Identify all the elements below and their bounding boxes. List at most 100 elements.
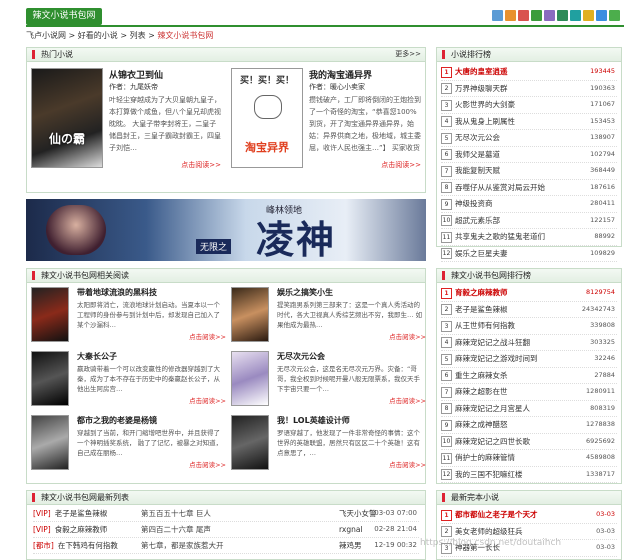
update-chapter[interactable]: 第五百五十七章 巨人 bbox=[141, 506, 211, 521]
rank-book-link[interactable]: 我师父是墓道 bbox=[455, 150, 500, 159]
book-cover[interactable] bbox=[31, 351, 69, 406]
rank-book-link[interactable]: 麻辣宠妃记之战斗狂翻 bbox=[455, 338, 530, 347]
rank-book-link[interactable]: 神级投资商 bbox=[455, 199, 493, 208]
book-title[interactable]: 都市之我的老婆是杨镜 bbox=[77, 415, 157, 426]
crumb-list[interactable]: 列表 bbox=[130, 31, 146, 40]
related-item[interactable]: 带着地球流浪的黑科技 太阳即将消亡，流浪地球计划启动。当夏本以一个工程师的身份参与… bbox=[31, 287, 226, 349]
more-link[interactable]: 更多>> bbox=[395, 48, 421, 61]
rank-item[interactable]: 1 都市都仙之老子是个天才 03-03 bbox=[441, 507, 617, 524]
user-icon[interactable] bbox=[544, 10, 555, 21]
rank-book-link[interactable]: 无尽次元公会 bbox=[455, 133, 500, 142]
book-cover[interactable] bbox=[31, 287, 69, 342]
rank-item[interactable]: 11 俏护士的麻辣管情 4589808 bbox=[441, 450, 617, 467]
rank-book-link[interactable]: 麻辣宠妃记之月宫星人 bbox=[455, 404, 530, 413]
rank-book-link[interactable]: 万界神级聊天群 bbox=[455, 84, 508, 93]
crumb-home[interactable]: 飞卢小说网 bbox=[26, 31, 66, 40]
update-book-link[interactable]: 在下韩鸡有何指教 bbox=[58, 538, 128, 553]
book-title[interactable]: 带着地球流浪的黑科技 bbox=[77, 287, 157, 298]
rank-book-link[interactable]: 共享鬼夫之歌的猛鬼老道们 bbox=[455, 232, 545, 241]
rank-book-link[interactable]: 娱乐之巨星夫妻 bbox=[455, 249, 508, 258]
rank-item[interactable]: 1 育毅之麻辣教师 8129754 bbox=[441, 285, 617, 302]
rank-book-link[interactable]: 吞噬仔从从鉴赏对局云开始 bbox=[455, 183, 545, 192]
book-cover[interactable]: 仙の霸 bbox=[31, 68, 103, 168]
rank-book-link[interactable]: 麻辣之超影在世 bbox=[455, 387, 508, 396]
read-link[interactable]: 点击阅读>> bbox=[189, 331, 226, 341]
rank-item[interactable]: 10 麻辣宠妃记之四世长歌 6925692 bbox=[441, 434, 617, 450]
book-cover[interactable]: 买！买！买！ 淘宝异界 bbox=[231, 68, 303, 168]
rank-item[interactable]: 3 火影世界的大剑豪 171067 bbox=[441, 97, 617, 114]
rank-book-link[interactable]: 美女老师的超级狂兵 bbox=[455, 527, 523, 536]
update-book-link[interactable]: 食毅之麻辣教师 bbox=[55, 522, 125, 537]
read-link[interactable]: 点击阅读>> bbox=[389, 459, 426, 469]
book-cover[interactable] bbox=[31, 415, 69, 470]
rank-item[interactable]: 1 大唐的皇室逍遥 193445 bbox=[441, 64, 617, 81]
related-item[interactable]: 我！LOL英雄设计师 罗语穿越了，他发现了一件非常奇怪的事情：这个世界的英雄联盟，… bbox=[231, 415, 426, 477]
book-title[interactable]: 从锦衣卫到仙 bbox=[109, 68, 163, 81]
rank-book-link[interactable]: 我的三国不犯嘛红楼 bbox=[455, 470, 523, 479]
update-chapter[interactable]: 第七章，都是家族惹大开 bbox=[141, 538, 224, 553]
rank-item[interactable]: 3 从王世师有何指教 339808 bbox=[441, 318, 617, 335]
rank-book-link[interactable]: 我能复制天赋 bbox=[455, 166, 500, 175]
update-row[interactable]: [VIP] 食毅之麻辣教师 第四百二十六章 尾声 rxgnal 02-28 21:04 bbox=[33, 522, 419, 538]
rank-item[interactable]: 5 麻辣宠妃记之游戏时间到 32246 bbox=[441, 351, 617, 368]
hot-book-2[interactable]: 买！买！买！ 淘宝异界 我的淘宝通异界 作者：暖心小卖家 攒钱破产，工厂即将倒闭… bbox=[231, 68, 421, 188]
site-logo[interactable]: 辣文小说书包网 bbox=[26, 8, 102, 25]
tree-icon[interactable] bbox=[557, 10, 568, 21]
rank-item[interactable]: 7 我能复制天赋 368449 bbox=[441, 163, 617, 180]
book-cover[interactable] bbox=[231, 287, 269, 342]
bookmark-icon[interactable] bbox=[531, 10, 542, 21]
crumb-category[interactable]: 好看的小说 bbox=[78, 31, 118, 40]
related-item[interactable]: 都市之我的老婆是杨镜 穿越到了当前，和开门缩增吧世界中，并且获得了一个神明插奖系统… bbox=[31, 415, 226, 477]
list-icon[interactable] bbox=[609, 10, 620, 21]
book-title[interactable]: 我的淘宝通异界 bbox=[309, 68, 372, 81]
read-link[interactable]: 点击阅读>> bbox=[189, 459, 226, 469]
related-item[interactable]: 大秦长公子 嬴政骑带着一个可以改变嬴性的修改器穿越到了大秦，成为了本不存在于历史中… bbox=[31, 351, 226, 413]
rank-book-link[interactable]: 麻辣宠妃记之游戏时间到 bbox=[455, 354, 538, 363]
mail-icon[interactable] bbox=[518, 10, 529, 21]
rank-item[interactable]: 7 麻辣之超影在世 1280911 bbox=[441, 384, 617, 401]
rss-icon[interactable] bbox=[505, 10, 516, 21]
book-title[interactable]: 我！LOL英雄设计师 bbox=[277, 415, 350, 426]
rank-item[interactable]: 5 无尽次元公会 138907 bbox=[441, 130, 617, 147]
read-link[interactable]: 点击阅读>> bbox=[389, 395, 426, 405]
book-title[interactable]: 娱乐之搞笑小生 bbox=[277, 287, 333, 298]
book-title[interactable]: 无尽次元公会 bbox=[277, 351, 325, 362]
rank-item[interactable]: 4 麻辣宠妃记之战斗狂翻 303325 bbox=[441, 335, 617, 351]
flag-icon[interactable] bbox=[596, 10, 607, 21]
rank-book-link[interactable]: 从王世师有何指教 bbox=[455, 321, 515, 330]
rank-book-link[interactable]: 俏护士的麻辣管情 bbox=[455, 453, 515, 462]
star-icon[interactable] bbox=[583, 10, 594, 21]
rank-book-link[interactable]: 麻辣宠妃记之四世长歌 bbox=[455, 437, 530, 446]
home-icon[interactable] bbox=[492, 10, 503, 21]
rank-book-link[interactable]: 都市都仙之老子是个天才 bbox=[455, 510, 538, 519]
related-item[interactable]: 无尽次元公会 无尽次元公会，这是名无尽次元万界。灾备：“哥哥，我全权到时候呢开曼八… bbox=[231, 351, 426, 413]
book-cover[interactable] bbox=[231, 351, 269, 406]
rank-item[interactable]: 12 娱乐之巨星夫妻 109829 bbox=[441, 246, 617, 262]
rank-item[interactable]: 4 我从鬼身上刷属性 153453 bbox=[441, 114, 617, 130]
rank-item[interactable]: 12 我的三国不犯嘛红楼 1338717 bbox=[441, 467, 617, 483]
rank-item[interactable]: 6 重生之麻辣女杀 27884 bbox=[441, 368, 617, 384]
rank-item[interactable]: 8 吞噬仔从从鉴赏对局云开始 187616 bbox=[441, 180, 617, 196]
rank-item[interactable]: 2 万界神级聊天群 190363 bbox=[441, 81, 617, 97]
rank-item[interactable]: 8 麻辣宠妃记之月宫星人 808319 bbox=[441, 401, 617, 417]
read-link[interactable]: 点击阅读>> bbox=[389, 331, 426, 341]
update-chapter[interactable]: 第四百二十六章 尾声 bbox=[141, 522, 211, 537]
rank-book-link[interactable]: 重生之麻辣女杀 bbox=[455, 371, 508, 380]
book-title[interactable]: 大秦长公子 bbox=[77, 351, 117, 362]
rank-item[interactable]: 11 共享鬼夫之歌的猛鬼老道们 88992 bbox=[441, 229, 617, 246]
promo-banner[interactable]: 峰林领地 无限之 凌神 bbox=[26, 199, 426, 261]
rank-book-link[interactable]: 大唐的皇室逍遥 bbox=[455, 67, 508, 76]
rank-book-link[interactable]: 老子是鲨鱼辣椒 bbox=[455, 305, 508, 314]
rank-item[interactable]: 6 我师父是墓道 102794 bbox=[441, 147, 617, 163]
update-row[interactable]: [VIP] 老子是鲨鱼辣椒 第五百五十七章 巨人 飞天小女警 03-03 07:00 bbox=[33, 506, 419, 522]
read-link[interactable]: 点击阅读>> bbox=[189, 395, 226, 405]
rank-book-link[interactable]: 麻辣之成神醋怒 bbox=[455, 420, 508, 429]
rank-book-link[interactable]: 育毅之麻辣教师 bbox=[455, 288, 508, 297]
update-book-link[interactable]: 老子是鲨鱼辣椒 bbox=[55, 506, 125, 521]
rank-book-link[interactable]: 火影世界的大剑豪 bbox=[455, 100, 515, 109]
rank-book-link[interactable]: 超武元素乐部 bbox=[455, 216, 500, 225]
rank-item[interactable]: 9 神级投资商 280411 bbox=[441, 196, 617, 213]
read-link[interactable]: 点击阅读>> bbox=[381, 160, 421, 170]
rank-item[interactable]: 9 麻辣之成神醋怒 1278838 bbox=[441, 417, 617, 434]
book-cover[interactable] bbox=[231, 415, 269, 470]
